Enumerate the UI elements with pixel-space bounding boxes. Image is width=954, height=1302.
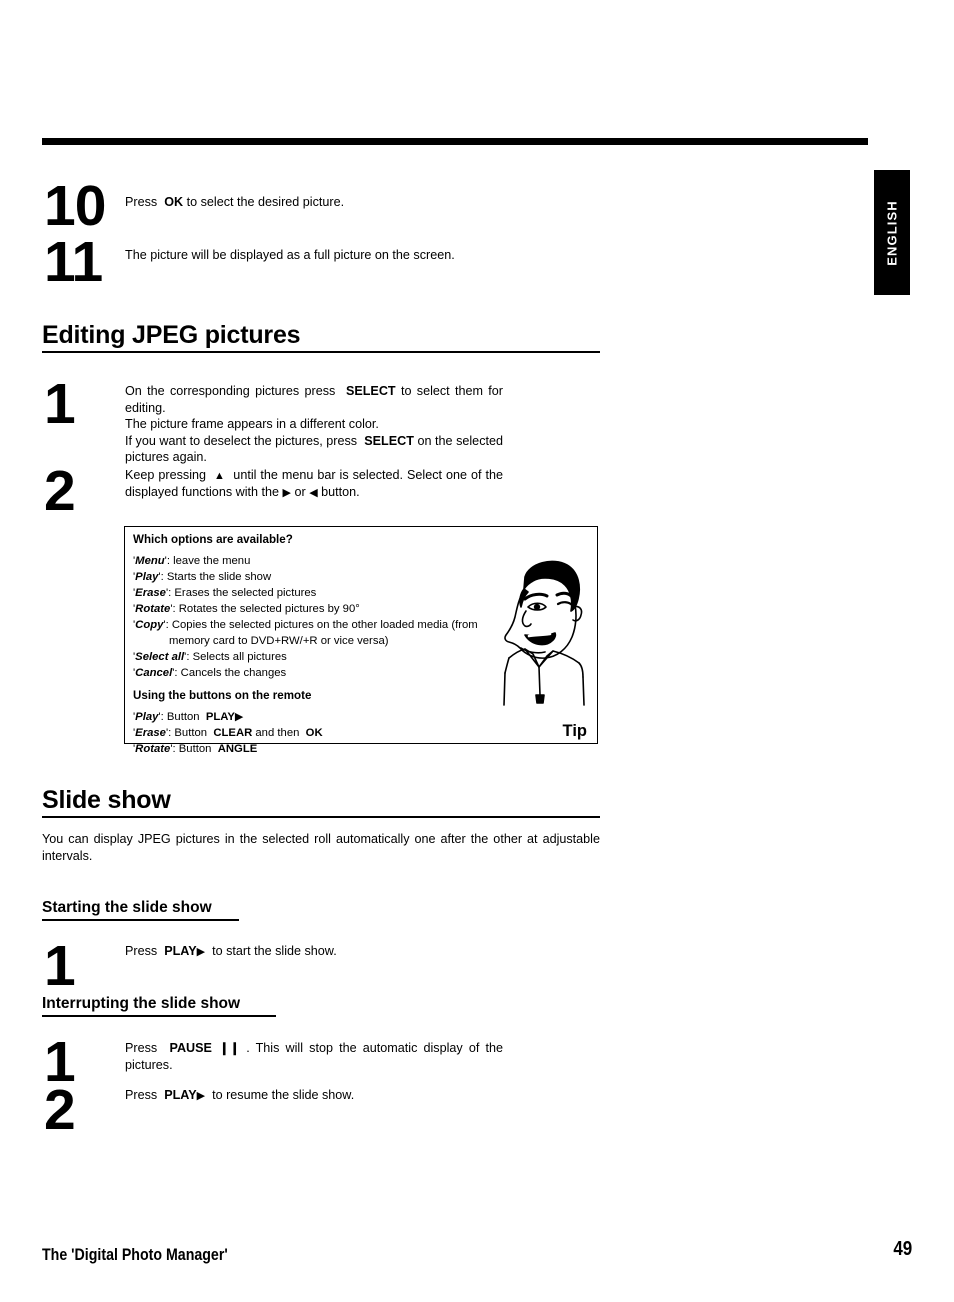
tip-option: 'Erase': Erases the selected pictures <box>133 587 317 600</box>
step-text-interrupt-2: Press PLAY▶ to resume the slide show. <box>125 1088 355 1102</box>
tip-options-list: 'Menu': leave the menu 'Play': Starts th… <box>133 553 491 681</box>
heading-rule-slide-show <box>42 816 600 818</box>
slide-show-intro-text: You can display JPEG pictures in the sel… <box>42 832 600 863</box>
tip-remote-buttons-list: 'Play': Button PLAY▶ 'Erase': Button CLE… <box>133 709 491 757</box>
tip-character-icon <box>503 560 585 706</box>
tip-title: Which options are available? <box>133 533 293 546</box>
tip-option: 'Select all': Selects all pictures <box>133 651 287 664</box>
tip-option: 'Copy': Copies the selected pictures on … <box>133 619 478 632</box>
heading-rule-starting <box>42 919 239 921</box>
document-page: ENGLISH 10 Press OK to select the desire… <box>0 0 954 1302</box>
tip-option: 'Play': Starts the slide show <box>133 571 272 584</box>
tip-label: Tip <box>562 722 587 740</box>
step-number-10: 10 <box>44 174 106 238</box>
tip-option: 'Menu': leave the menu <box>133 555 251 567</box>
step-number-interrupt-2: 2 <box>44 1078 76 1142</box>
tip-option: 'Rotate': Rotates the selected pictures … <box>133 603 360 616</box>
step-text-interrupt-1: Press PAUSE ❙❙ . This will stop the auto… <box>125 1041 503 1072</box>
footer-title: The 'Digital Photo Manager' <box>42 1246 228 1264</box>
tip-remote-button: 'Rotate': Button ANGLE <box>133 743 258 756</box>
footer-page-number: 49 <box>893 1238 912 1260</box>
language-tab-english: ENGLISH <box>874 170 910 295</box>
heading-rule-interrupting <box>42 1015 276 1017</box>
heading-starting-slide-show: Starting the slide show <box>42 899 212 916</box>
heading-editing-jpeg-pictures: Editing JPEG pictures <box>42 321 301 349</box>
heading-slide-show: Slide show <box>42 786 171 814</box>
step-number-editing-1: 1 <box>44 372 76 436</box>
step-text-10: Press OK to select the desired picture. <box>125 195 345 209</box>
step-text-11: The picture will be displayed as a full … <box>125 248 455 262</box>
step-number-editing-2: 2 <box>44 459 76 523</box>
tip-box: Which options are available? 'Menu': lea… <box>124 526 598 755</box>
step-number-11: 11 <box>44 230 103 294</box>
step-text-editing-1: On the corresponding pictures press SELE… <box>125 384 503 465</box>
tip-subtitle: Using the buttons on the remote <box>133 689 312 703</box>
tip-option-continuation: memory card to DVD+RW/+R or vice versa) <box>169 635 389 648</box>
tip-remote-button: 'Play': Button PLAY▶ <box>133 711 244 724</box>
tip-content: Which options are available? 'Menu': lea… <box>133 533 491 757</box>
heading-interrupting-slide-show: Interrupting the slide show <box>42 995 241 1012</box>
step-text-start-1: Press PLAY▶ to start the slide show. <box>125 944 337 958</box>
step-text-editing-2: Keep pressing ▲ until the menu bar is se… <box>125 468 503 499</box>
tip-remote-button: 'Erase': Button CLEAR and then OK <box>133 727 323 740</box>
top-divider-rule <box>42 138 868 145</box>
tip-option: 'Cancel': Cancels the changes <box>133 667 287 680</box>
step-number-start-1: 1 <box>44 934 76 998</box>
heading-rule-editing <box>42 351 600 353</box>
language-tab-label: ENGLISH <box>884 199 900 266</box>
